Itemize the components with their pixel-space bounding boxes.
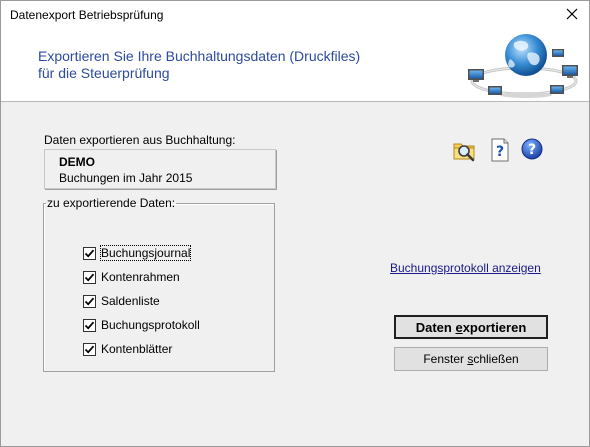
checkbox-label: Buchungsprotokoll xyxy=(101,318,200,332)
checkbox-kontenrahmen[interactable]: Kontenrahmen xyxy=(83,268,180,286)
title-bar: Datenexport Betriebsprüfung xyxy=(1,1,589,29)
check-icon xyxy=(84,249,95,258)
source-label: Daten exportieren aus Buchhaltung: xyxy=(44,133,236,147)
checkbox-label: Saldenliste xyxy=(101,294,160,308)
check-icon xyxy=(84,345,95,354)
checkbox-box[interactable] xyxy=(83,318,96,332)
folder-search-icon xyxy=(453,143,475,162)
header-text: Exportieren Sie Ihre Buchhaltungsdaten (… xyxy=(38,48,360,82)
close-window-button[interactable] xyxy=(559,3,585,25)
svg-text:?: ? xyxy=(496,144,504,160)
folder-search-button[interactable] xyxy=(452,137,478,163)
export-data-button[interactable]: Daten exportieren xyxy=(394,315,548,339)
close-icon xyxy=(566,8,578,20)
svg-text:?: ? xyxy=(528,142,536,158)
network-globe-icon xyxy=(468,34,578,98)
close-button-text: Fenster schließen xyxy=(423,352,519,366)
checkbox-label: Buchungsjournal xyxy=(99,245,192,261)
checkbox-kontenblaetter[interactable]: Kontenblätter xyxy=(83,340,172,358)
checkbox-box[interactable] xyxy=(83,270,96,284)
header-line-1: Exportieren Sie Ihre Buchhaltungsdaten (… xyxy=(38,48,361,64)
export-button-text: Daten exportieren xyxy=(415,319,527,335)
checkbox-label: Kontenblätter xyxy=(101,342,173,356)
checkbox-box[interactable] xyxy=(83,294,96,308)
help-document-button[interactable]: ? xyxy=(487,137,513,163)
checkbox-box[interactable] xyxy=(83,342,96,356)
export-data-legend: zu exportierende Daten: xyxy=(47,196,176,210)
header-line-2: für die Steuerprüfung xyxy=(38,65,170,81)
help-button[interactable]: ? xyxy=(520,137,546,163)
export-dialog: Datenexport Betriebsprüfung Exportieren … xyxy=(0,0,590,447)
check-icon xyxy=(84,273,95,282)
source-name: DEMO xyxy=(59,155,95,169)
check-icon xyxy=(84,297,95,306)
help-circle-icon: ? xyxy=(521,138,543,160)
checkbox-buchungsjournal[interactable]: Buchungsjournal xyxy=(83,244,192,262)
show-protocol-link[interactable]: Buchungsprotokoll anzeigen xyxy=(390,261,541,275)
checkbox-buchungsprotokoll[interactable]: Buchungsprotokoll xyxy=(83,316,200,334)
checkbox-label: Kontenrahmen xyxy=(101,270,180,284)
check-icon xyxy=(84,321,95,330)
close-dialog-button[interactable]: Fenster schließen xyxy=(394,347,548,371)
help-document-icon: ? xyxy=(491,138,509,162)
checkbox-saldenliste[interactable]: Saldenliste xyxy=(83,292,160,310)
window-title: Datenexport Betriebsprüfung xyxy=(10,8,164,22)
checkbox-box[interactable] xyxy=(83,246,96,260)
source-description: Buchungen im Jahr 2015 xyxy=(59,171,193,185)
source-info-box: DEMO Buchungen im Jahr 2015 xyxy=(44,149,276,189)
header-banner: Exportieren Sie Ihre Buchhaltungsdaten (… xyxy=(1,29,589,102)
